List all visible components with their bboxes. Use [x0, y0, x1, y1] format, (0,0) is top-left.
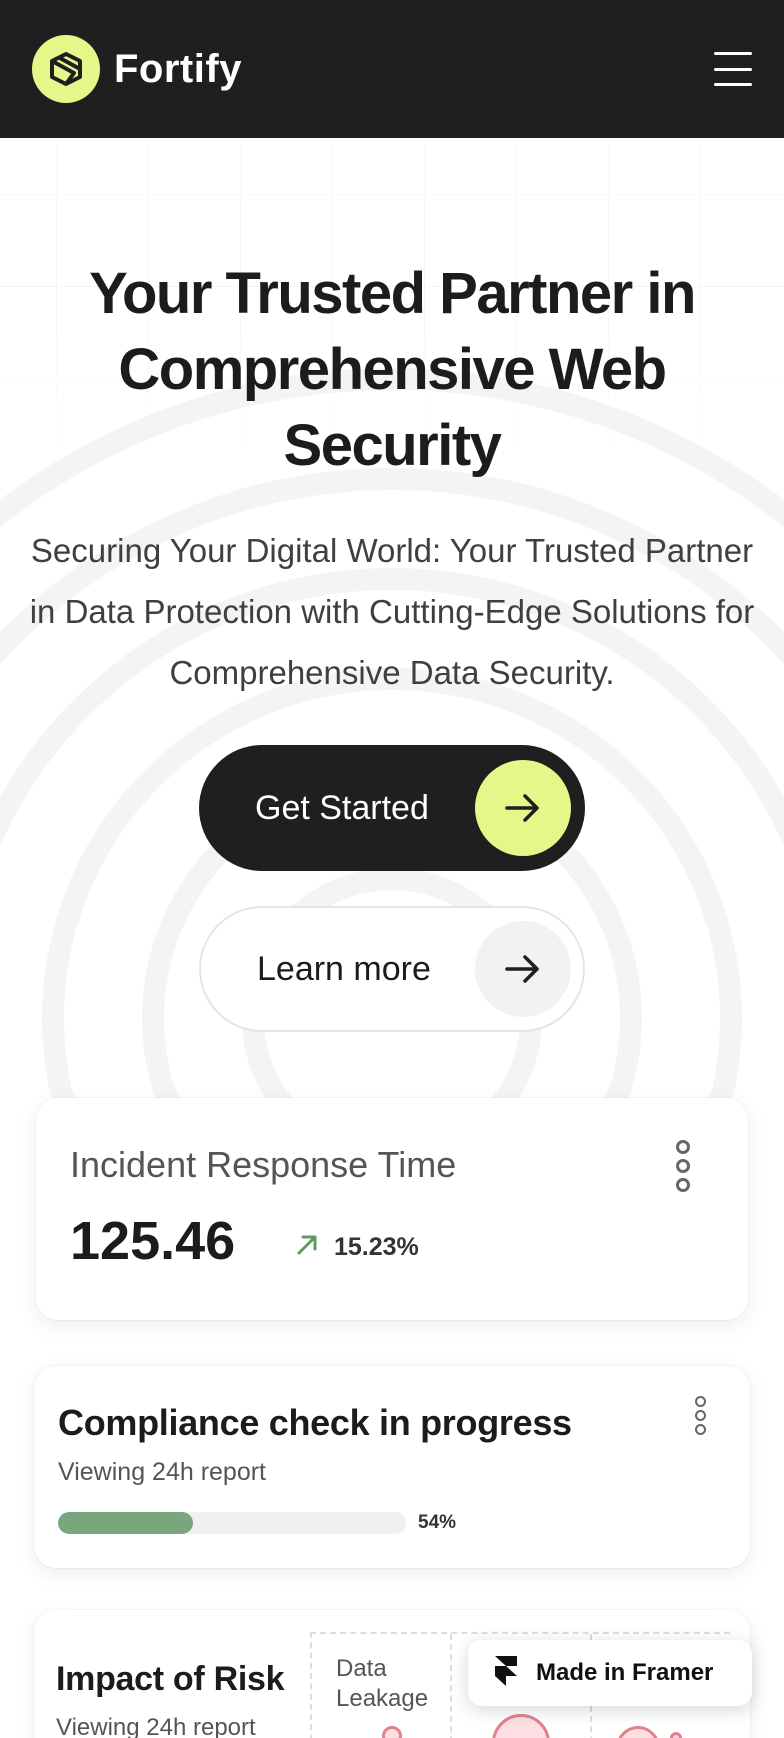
brand[interactable]: Fortify [32, 35, 242, 103]
card-subtitle: Viewing 24h report [58, 1458, 267, 1486]
hero-title: Your Trusted Partner in Comprehensive We… [89, 261, 696, 478]
more-options-icon[interactable] [676, 1140, 690, 1192]
risk-bubble [616, 1726, 660, 1738]
learn-more-label: Learn more [257, 949, 431, 988]
brand-name: Fortify [114, 46, 242, 91]
arrow-right-icon [475, 760, 571, 856]
fortify-logo-icon [32, 35, 100, 103]
arrow-right-icon [475, 921, 571, 1017]
metric-value: 125.46 [70, 1211, 236, 1271]
hero-subtitle: Securing Your Digital World: Your Truste… [29, 532, 755, 691]
learn-more-button[interactable]: Learn more [199, 906, 585, 1032]
card-subtitle: Viewing 24h report [56, 1714, 256, 1738]
framer-logo-icon [492, 1654, 520, 1693]
risk-column: Data Leakage [312, 1634, 452, 1738]
get-started-button[interactable]: Get Started [199, 745, 585, 871]
progress-percentage: 54% [418, 1512, 457, 1533]
top-navbar: Fortify [0, 0, 784, 138]
made-in-framer-label: Made in Framer [536, 1659, 714, 1686]
hamburger-menu-icon[interactable] [714, 50, 752, 88]
compliance-card: Compliance check in progress Viewing 24h… [34, 1366, 750, 1568]
card-title: Compliance check in progress [58, 1402, 572, 1443]
risk-bubble [670, 1732, 682, 1738]
made-in-framer-badge[interactable]: Made in Framer [468, 1640, 752, 1706]
trend-percentage: 15.23% [334, 1233, 419, 1261]
card-title: Incident Response Time [70, 1144, 457, 1185]
hero-section: Your Trusted Partner in Comprehensive We… [0, 138, 784, 1098]
progress-bar [58, 1512, 406, 1534]
progress-fill [58, 1512, 194, 1534]
arrow-up-right-icon [294, 1232, 320, 1263]
incident-response-card: Incident Response Time 125.46 15.23% [36, 1098, 748, 1320]
card-title: Impact of Risk [56, 1660, 285, 1698]
risk-bubble [382, 1726, 402, 1738]
risk-bubble [492, 1714, 550, 1738]
more-options-icon[interactable] [695, 1396, 706, 1435]
trend-indicator: 15.23% [294, 1232, 419, 1263]
get-started-label: Get Started [255, 788, 429, 827]
risk-column-label: Data Leakage [336, 1655, 429, 1712]
